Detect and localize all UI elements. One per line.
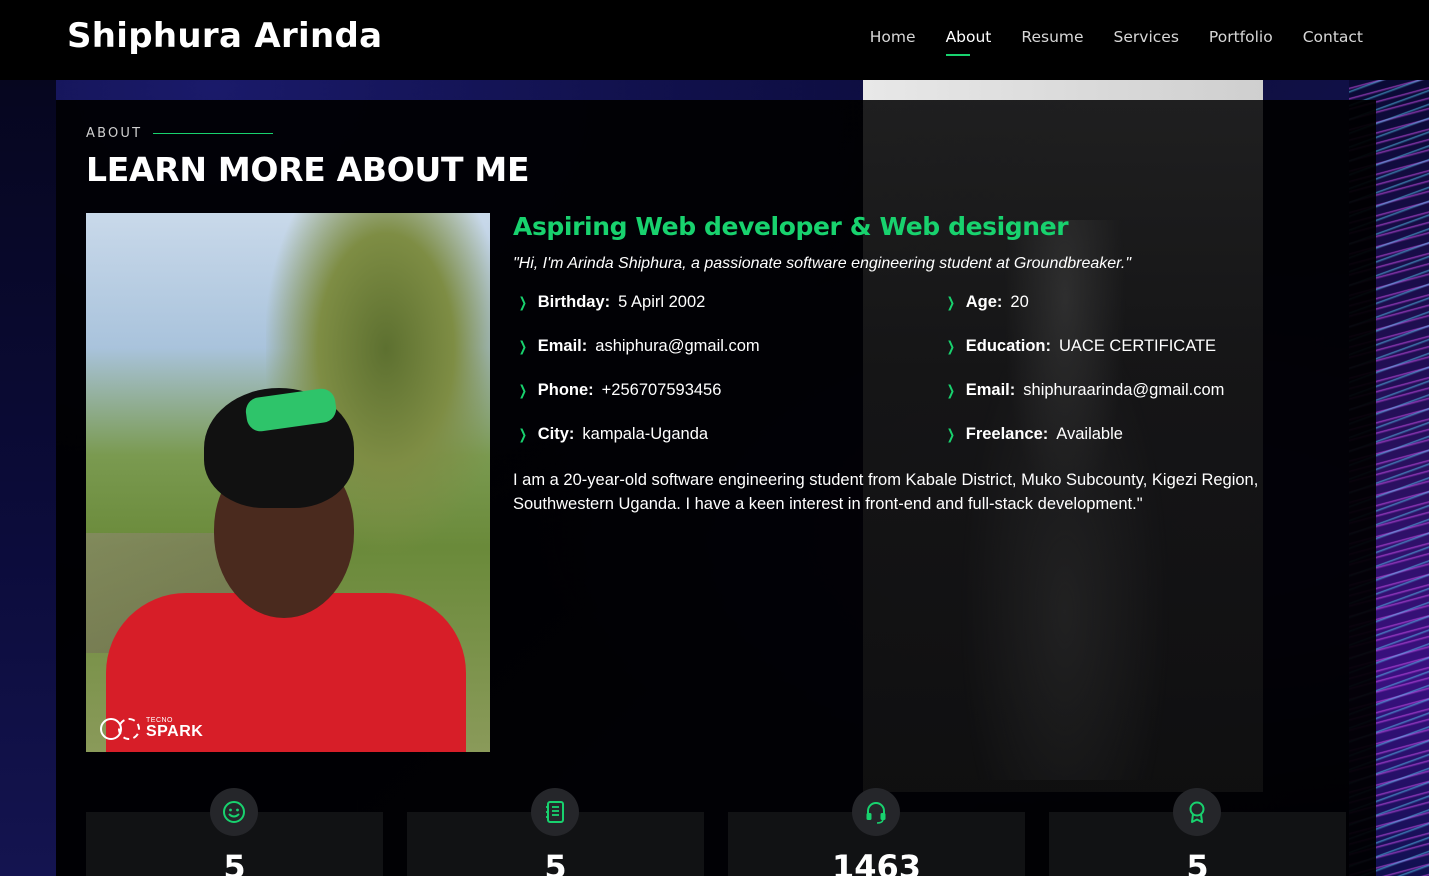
- chevron-right-icon: ❯: [946, 294, 955, 310]
- section-label: ABOUT: [86, 126, 143, 141]
- nav-home[interactable]: Home: [870, 28, 916, 52]
- chevron-right-icon: ❯: [518, 294, 527, 310]
- fact-education: ❯ Education: UACE CERTIFICATE: [946, 337, 1217, 355]
- fact-email: ❯ Email: ashiphura@gmail.com: [518, 337, 760, 355]
- chevron-right-icon: ❯: [946, 382, 955, 398]
- chevron-right-icon: ❯: [946, 338, 955, 354]
- chevron-right-icon: ❯: [518, 426, 527, 442]
- journal-icon: [531, 788, 579, 836]
- faded-photo-top-edge: [863, 80, 1263, 100]
- fact-phone: ❯ Phone: +256707593456: [518, 381, 722, 399]
- background-left: [0, 80, 56, 876]
- site-logo[interactable]: Shiphura Arinda: [67, 16, 382, 56]
- headset-icon: [852, 788, 900, 836]
- chevron-right-icon: ❯: [946, 426, 955, 442]
- chevron-right-icon: ❯: [518, 382, 527, 398]
- stat-value: 5: [223, 848, 246, 876]
- stat-value: 5: [1186, 848, 1209, 876]
- stat-card: 5: [86, 788, 383, 876]
- smiley-icon: [210, 788, 258, 836]
- intro-quote: "Hi, I'm Arinda Shiphura, a passionate s…: [513, 255, 1132, 272]
- fact-city: ❯ City: kampala-Uganda: [518, 425, 709, 443]
- nav-contact[interactable]: Contact: [1303, 28, 1363, 52]
- nav-resume[interactable]: Resume: [1021, 28, 1083, 52]
- nav-about[interactable]: About: [945, 28, 991, 56]
- award-icon: [1173, 788, 1221, 836]
- main-nav: Home About Resume Services Portfolio Con…: [870, 28, 1363, 56]
- nav-services[interactable]: Services: [1114, 28, 1179, 52]
- camera-watermark: TECNO SPARK: [100, 717, 203, 740]
- fact-birthday: ❯ Birthday: 5 Apirl 2002: [518, 293, 706, 311]
- stat-card: 5: [1049, 788, 1346, 876]
- fact-freelance: ❯ Freelance: Available: [946, 425, 1123, 443]
- stat-card: 5: [407, 788, 704, 876]
- site-header: Shiphura Arinda Home About Resume Servic…: [0, 0, 1429, 80]
- role-heading: Aspiring Web developer & Web designer: [513, 212, 1069, 241]
- section-label-divider: [153, 133, 273, 134]
- chevron-right-icon: ❯: [518, 338, 527, 354]
- stat-value: 5: [544, 848, 567, 876]
- section-title: LEARN MORE ABOUT ME: [86, 150, 530, 189]
- bio-paragraph: I am a 20-year-old software engineering …: [513, 471, 1259, 513]
- fact-age: ❯ Age: 20: [946, 293, 1029, 311]
- stat-card: 1463: [728, 788, 1025, 876]
- stat-value: 1463: [831, 848, 922, 876]
- profile-photo: TECNO SPARK: [86, 213, 490, 752]
- fact-email-secondary: ❯ Email: shiphuraarinda@gmail.com: [946, 381, 1225, 399]
- nav-portfolio[interactable]: Portfolio: [1209, 28, 1273, 52]
